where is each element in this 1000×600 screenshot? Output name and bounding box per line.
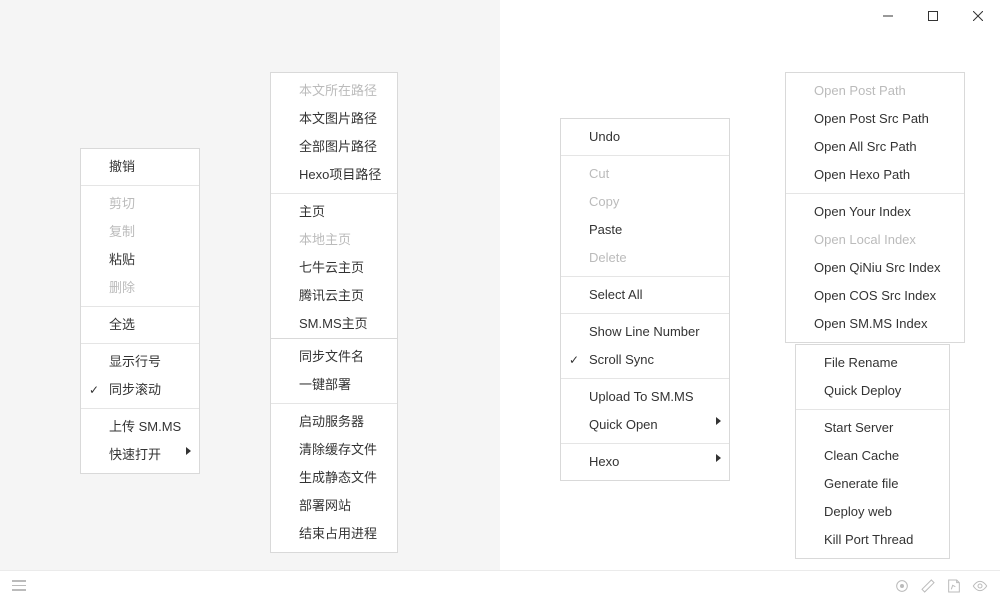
menu-item-cut[interactable]: 剪切 [81, 190, 199, 218]
chevron-right-icon [716, 454, 721, 462]
context-menu-cn-deploy: 同步文件名 一键部署 启动服务器 清除缓存文件 生成静态文件 部署网站 结束占用… [270, 338, 398, 553]
menu-separator [786, 193, 964, 194]
menu-separator [561, 276, 729, 277]
menu-separator [561, 378, 729, 379]
menu-item-open-all-src-path[interactable]: Open All Src Path [786, 133, 964, 161]
menu-item-file-rename[interactable]: File Rename [796, 349, 949, 377]
menu-separator [81, 306, 199, 307]
menu-item-open-post-src-path[interactable]: Open Post Src Path [786, 105, 964, 133]
menu-item-clean-cache[interactable]: Clean Cache [796, 442, 949, 470]
context-menu-cn-edit: 撤销 剪切 复制 粘贴 删除 全选 显示行号 ✓ 同步滚动 上传 SM.MS 快… [80, 148, 200, 474]
status-bar [0, 570, 1000, 600]
context-menu-en-paths: Open Post Path Open Post Src Path Open A… [785, 72, 965, 343]
menu-item-upload-smms[interactable]: Upload To SM.MS [561, 383, 729, 411]
chevron-right-icon [716, 417, 721, 425]
menu-item-quick-open[interactable]: 快速打开 [81, 441, 199, 469]
menu-item-open-qiniu-index[interactable]: Open QiNiu Src Index [786, 254, 964, 282]
menu-item-paste[interactable]: Paste [561, 216, 729, 244]
menu-item-undo[interactable]: Undo [561, 123, 729, 151]
menu-item-select-all[interactable]: Select All [561, 281, 729, 309]
window-controls [865, 0, 1000, 32]
menu-item-generate-file[interactable]: 生成静态文件 [271, 464, 397, 492]
menu-item-open-post-path[interactable]: 本文所在路径 [271, 77, 397, 105]
menu-item-scroll-sync[interactable]: ✓ 同步滚动 [81, 376, 199, 404]
menu-item-select-all[interactable]: 全选 [81, 311, 199, 339]
hamburger-icon[interactable] [12, 580, 26, 591]
menu-separator [81, 185, 199, 186]
menu-separator [271, 403, 397, 404]
menu-item-copy[interactable]: 复制 [81, 218, 199, 246]
menu-item-open-post-path[interactable]: Open Post Path [786, 77, 964, 105]
chevron-right-icon [186, 447, 191, 455]
menu-item-scroll-sync[interactable]: ✓ Scroll Sync [561, 346, 729, 374]
menu-item-paste[interactable]: 粘贴 [81, 246, 199, 274]
menu-item-cut[interactable]: Cut [561, 160, 729, 188]
menu-item-kill-port[interactable]: Kill Port Thread [796, 526, 949, 554]
menu-item-label: Hexo [589, 454, 619, 469]
menu-item-open-your-index[interactable]: 主页 [271, 198, 397, 226]
edit-icon[interactable] [920, 578, 936, 594]
menu-item-open-smms-index[interactable]: SM.MS主页 [271, 310, 397, 338]
menu-item-open-hexo-path[interactable]: Hexo项目路径 [271, 161, 397, 189]
menu-item-upload-smms[interactable]: 上传 SM.MS [81, 413, 199, 441]
context-menu-en-edit: Undo Cut Copy Paste Delete Select All Sh… [560, 118, 730, 481]
menu-item-quick-open[interactable]: Quick Open [561, 411, 729, 439]
menu-item-open-all-src-path[interactable]: 全部图片路径 [271, 133, 397, 161]
menu-item-open-local-index[interactable]: Open Local Index [786, 226, 964, 254]
menu-item-hexo[interactable]: Hexo [561, 448, 729, 476]
left-panel [0, 0, 500, 600]
check-icon: ✓ [569, 350, 579, 370]
menu-separator [271, 193, 397, 194]
menu-separator [561, 313, 729, 314]
menu-item-delete[interactable]: Delete [561, 244, 729, 272]
menu-item-clean-cache[interactable]: 清除缓存文件 [271, 436, 397, 464]
menu-item-file-rename[interactable]: 同步文件名 [271, 343, 397, 371]
menu-item-open-your-index[interactable]: Open Your Index [786, 198, 964, 226]
menu-item-deploy-web[interactable]: Deploy web [796, 498, 949, 526]
menu-item-label: Scroll Sync [589, 352, 654, 367]
menu-item-label: Quick Open [589, 417, 658, 432]
menu-item-start-server[interactable]: Start Server [796, 414, 949, 442]
menu-item-open-cos-index[interactable]: Open COS Src Index [786, 282, 964, 310]
menu-separator [561, 155, 729, 156]
menu-item-open-qiniu-index[interactable]: 七牛云主页 [271, 254, 397, 282]
menu-item-generate-file[interactable]: Generate file [796, 470, 949, 498]
menu-item-deploy-web[interactable]: 部署网站 [271, 492, 397, 520]
menu-separator [796, 409, 949, 410]
context-menu-cn-paths: 本文所在路径 本文图片路径 全部图片路径 Hexo项目路径 主页 本地主页 七牛… [270, 72, 398, 343]
eye-icon[interactable] [972, 578, 988, 594]
menu-item-copy[interactable]: Copy [561, 188, 729, 216]
menu-item-open-cos-index[interactable]: 腾讯云主页 [271, 282, 397, 310]
menu-separator [81, 343, 199, 344]
menu-item-quick-deploy[interactable]: Quick Deploy [796, 377, 949, 405]
menu-item-delete[interactable]: 删除 [81, 274, 199, 302]
minimize-button[interactable] [865, 0, 910, 32]
menu-item-label: 同步滚动 [109, 382, 161, 397]
menu-item-start-server[interactable]: 启动服务器 [271, 408, 397, 436]
maximize-button[interactable] [910, 0, 955, 32]
menu-item-show-line-number[interactable]: Show Line Number [561, 318, 729, 346]
note-icon[interactable] [946, 578, 962, 594]
check-icon: ✓ [89, 380, 99, 400]
menu-item-label: 快速打开 [109, 447, 161, 462]
close-button[interactable] [955, 0, 1000, 32]
target-icon[interactable] [894, 578, 910, 594]
context-menu-en-deploy: File Rename Quick Deploy Start Server Cl… [795, 344, 950, 559]
menu-item-kill-port[interactable]: 结束占用进程 [271, 520, 397, 548]
menu-item-open-smms-index[interactable]: Open SM.MS Index [786, 310, 964, 338]
menu-item-open-local-index[interactable]: 本地主页 [271, 226, 397, 254]
menu-item-show-line-number[interactable]: 显示行号 [81, 348, 199, 376]
menu-item-open-post-src-path[interactable]: 本文图片路径 [271, 105, 397, 133]
menu-item-open-hexo-path[interactable]: Open Hexo Path [786, 161, 964, 189]
menu-item-quick-deploy[interactable]: 一键部署 [271, 371, 397, 399]
menu-separator [81, 408, 199, 409]
menu-separator [561, 443, 729, 444]
menu-item-undo[interactable]: 撤销 [81, 153, 199, 181]
